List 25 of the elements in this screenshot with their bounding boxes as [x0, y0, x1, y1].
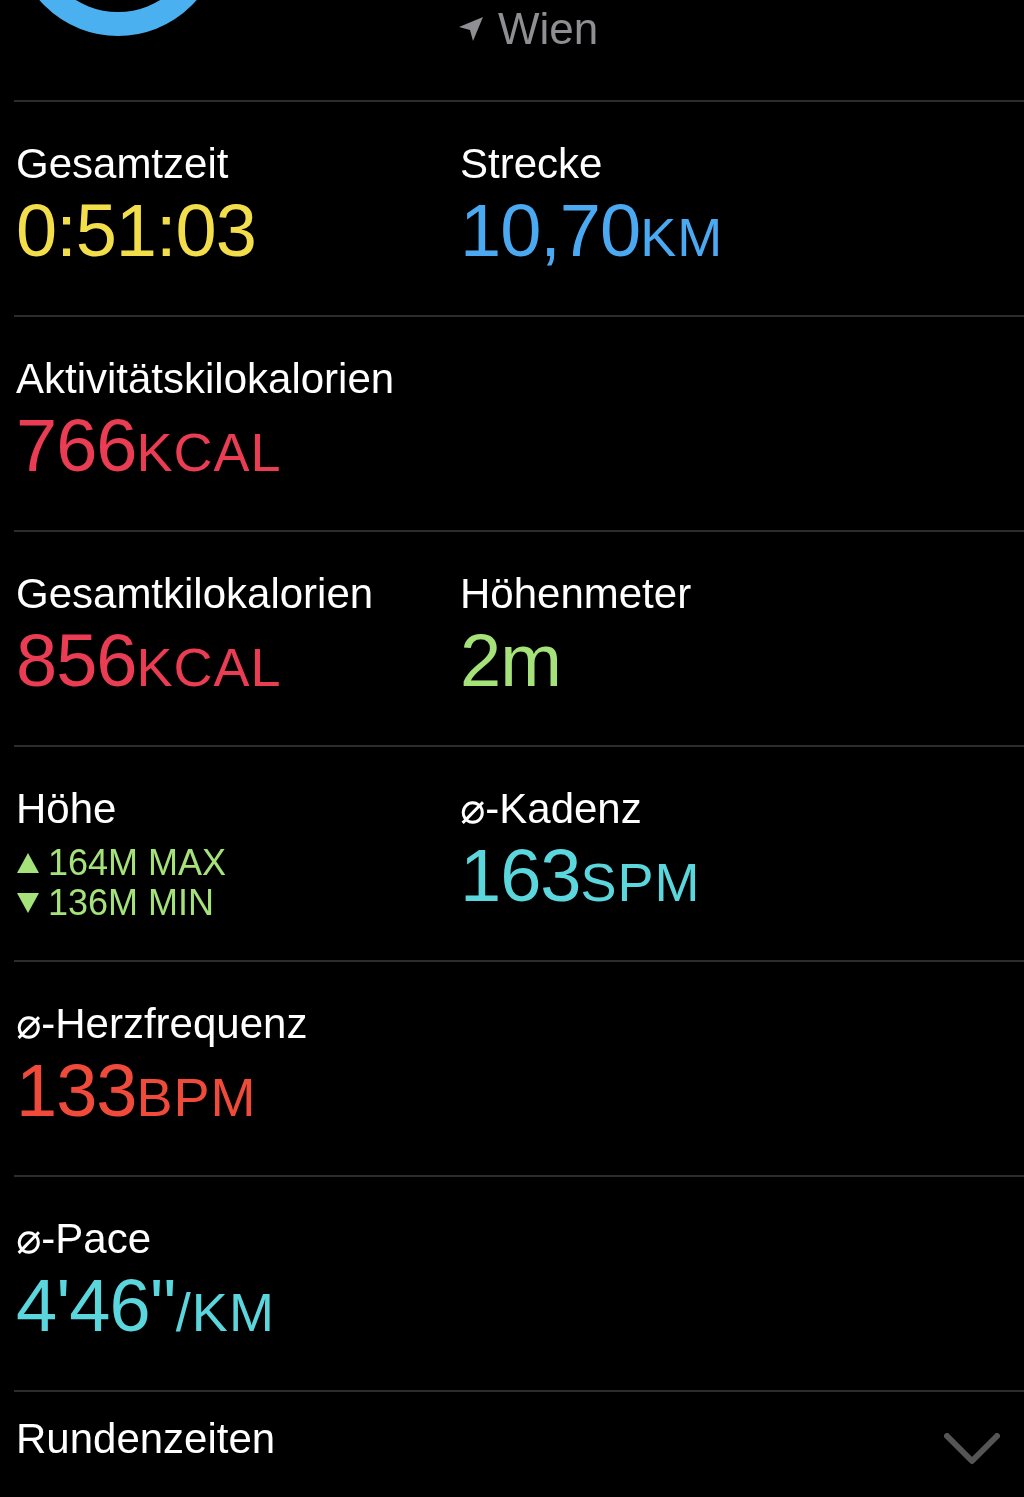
metric-value: 856KCAL [16, 620, 283, 704]
metric-value: 163SPM [460, 835, 702, 919]
location-name: Wien [498, 4, 599, 54]
metric-label: Gesamtzeit [16, 139, 230, 189]
metric-value: 766KCAL [16, 405, 283, 489]
metric-value: 2m [460, 620, 562, 702]
section-title: Rundenzeiten [16, 1413, 276, 1464]
metric-label: Strecke [460, 139, 604, 189]
range-reading: 136M MIN [48, 883, 215, 923]
metric-value: 4'46''/KM [16, 1265, 276, 1349]
metric-value: 0:51:03 [16, 190, 257, 272]
metric-label: Höhenmeter [460, 569, 693, 619]
metric-value: 10,70KM [460, 190, 725, 274]
metric-label: Gesamtkilokalorien [16, 569, 375, 619]
metric-label: ⌀-Pace [16, 1214, 152, 1264]
location-arrow-icon [458, 16, 484, 42]
chevron-down-icon[interactable] [944, 1432, 1000, 1465]
range-reading: 164M MAX [48, 843, 227, 883]
up-triangle-icon [16, 851, 40, 875]
down-triangle-icon [16, 891, 40, 915]
metric-label: Höhe [16, 784, 118, 834]
metric-label: Aktivitätskilokalorien [16, 354, 396, 404]
metric-value: 133BPM [16, 1050, 258, 1134]
metric-label: ⌀-Herzfrequenz [16, 999, 309, 1049]
metric-label: ⌀-Kadenz [460, 784, 643, 834]
